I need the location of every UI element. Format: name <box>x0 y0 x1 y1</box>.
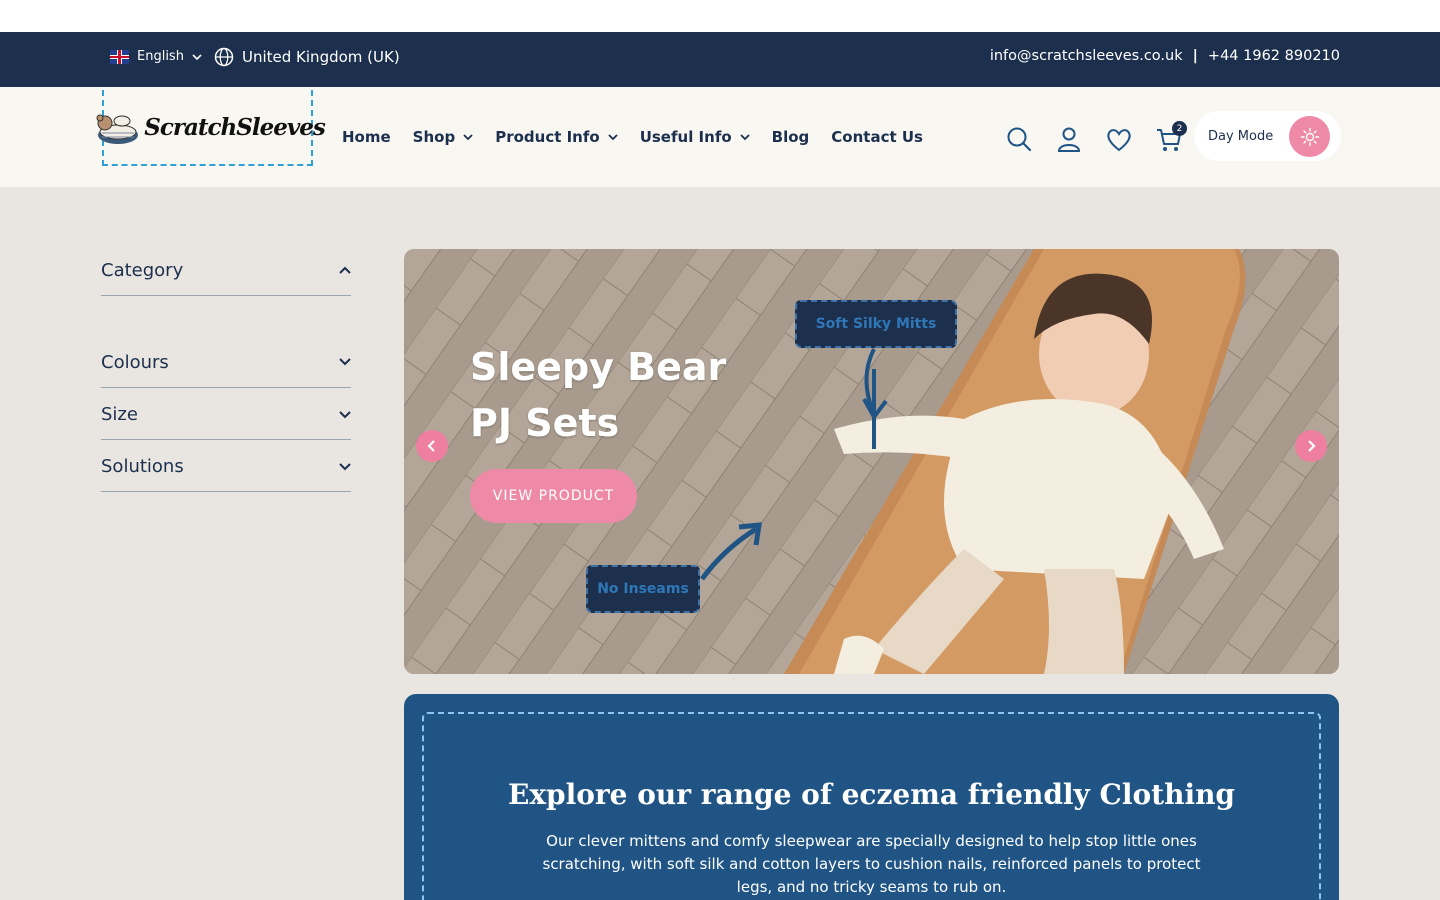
callout-no-inseams: No Inseams <box>586 565 700 613</box>
nav-contact-us-label: Contact Us <box>831 128 923 146</box>
promo-text: Our clever mittens and comfy sleepwear a… <box>542 832 1201 896</box>
callout-soft-silky-mitts: Soft Silky Mitts <box>795 300 957 348</box>
day-mode-label: Day Mode <box>1208 128 1274 144</box>
logo[interactable]: ScratchSleeves <box>96 90 326 166</box>
filter-solutions[interactable]: Solutions <box>101 440 351 492</box>
contact-separator: | <box>1192 48 1198 64</box>
language-selector[interactable]: English <box>110 49 202 64</box>
chevron-down-icon <box>339 462 351 470</box>
nav-product-info[interactable]: Product Info <box>495 128 618 146</box>
chevron-down-icon <box>740 134 750 141</box>
header-icons: 2 <box>1005 121 1187 153</box>
filter-size-label: Size <box>101 404 138 425</box>
filter-category[interactable]: Category <box>101 249 351 296</box>
search-icon[interactable] <box>1005 125 1033 153</box>
region-selector[interactable]: United Kingdom (UK) <box>214 47 400 67</box>
logo-text: ScratchSleeves <box>144 113 326 141</box>
chevron-up-icon <box>339 266 351 274</box>
email-link[interactable]: info@scratchsleeves.co.uk <box>990 48 1183 64</box>
filter-solutions-label: Solutions <box>101 456 184 477</box>
chevron-down-icon <box>339 358 351 366</box>
nav-contact-us[interactable]: Contact Us <box>831 128 923 146</box>
nav-blog[interactable]: Blog <box>772 128 810 146</box>
filter-category-label: Category <box>101 259 184 281</box>
chevron-down-icon <box>463 134 473 141</box>
contact-info: info@scratchsleeves.co.uk | +44 1962 890… <box>990 48 1340 64</box>
cart-icon[interactable]: 2 <box>1155 121 1187 153</box>
top-spacer <box>0 0 1440 32</box>
callout-top-text: Soft Silky Mitts <box>815 316 937 332</box>
nav-shop-label: Shop <box>412 128 456 146</box>
wishlist-heart-icon[interactable] <box>1105 125 1133 153</box>
filter-colours[interactable]: Colours <box>101 341 351 388</box>
hero-slider: Soft Silky Mitts No Inseams Sleepy Bear … <box>404 249 1339 674</box>
nav-shop[interactable]: Shop <box>413 128 474 146</box>
chevron-left-icon <box>427 440 435 452</box>
chevron-right-icon <box>1308 440 1316 452</box>
account-icon[interactable] <box>1055 125 1083 153</box>
phone-link[interactable]: +44 1962 890210 <box>1208 48 1340 64</box>
main-nav: Home Shop Product Info Useful Info Blog … <box>342 128 923 146</box>
top-bar: English United Kingdom (UK) info@scratch… <box>0 32 1440 87</box>
sun-icon <box>1289 116 1330 157</box>
view-product-button[interactable]: VIEW PRODUCT <box>470 469 637 523</box>
site-header: ScratchSleeves Home Shop Product Info Us… <box>0 87 1440 187</box>
promo-section: Explore our range of eczema friendly Clo… <box>404 694 1339 900</box>
cart-count-badge: 2 <box>1172 121 1187 136</box>
filter-size[interactable]: Size <box>101 388 351 440</box>
filter-colours-label: Colours <box>101 351 169 373</box>
promo-title: Explore our range of eczema friendly Clo… <box>507 778 1236 811</box>
nav-home[interactable]: Home <box>342 128 391 146</box>
filter-sidebar: Category Colours Size Solutions <box>101 249 351 492</box>
hero-title: Sleepy Bear PJ Sets <box>470 345 727 445</box>
uk-flag-icon <box>110 49 129 64</box>
slider-prev-button[interactable] <box>416 430 448 462</box>
region-label: United Kingdom (UK) <box>242 48 400 66</box>
nav-useful-info[interactable]: Useful Info <box>640 128 750 146</box>
chevron-down-icon <box>339 410 351 418</box>
chevron-down-icon <box>192 53 202 60</box>
day-mode-toggle[interactable]: Day Mode <box>1194 111 1341 161</box>
language-label: English <box>137 49 184 64</box>
slider-next-button[interactable] <box>1295 430 1327 462</box>
callout-bottom-text: No Inseams <box>597 581 689 597</box>
nav-product-info-label: Product Info <box>495 128 600 146</box>
nav-useful-info-label: Useful Info <box>639 128 732 146</box>
bear-mascot-icon <box>96 114 139 144</box>
chevron-down-icon <box>608 134 618 141</box>
nav-home-label: Home <box>342 128 391 146</box>
nav-blog-label: Blog <box>771 128 810 146</box>
globe-icon <box>214 47 234 67</box>
